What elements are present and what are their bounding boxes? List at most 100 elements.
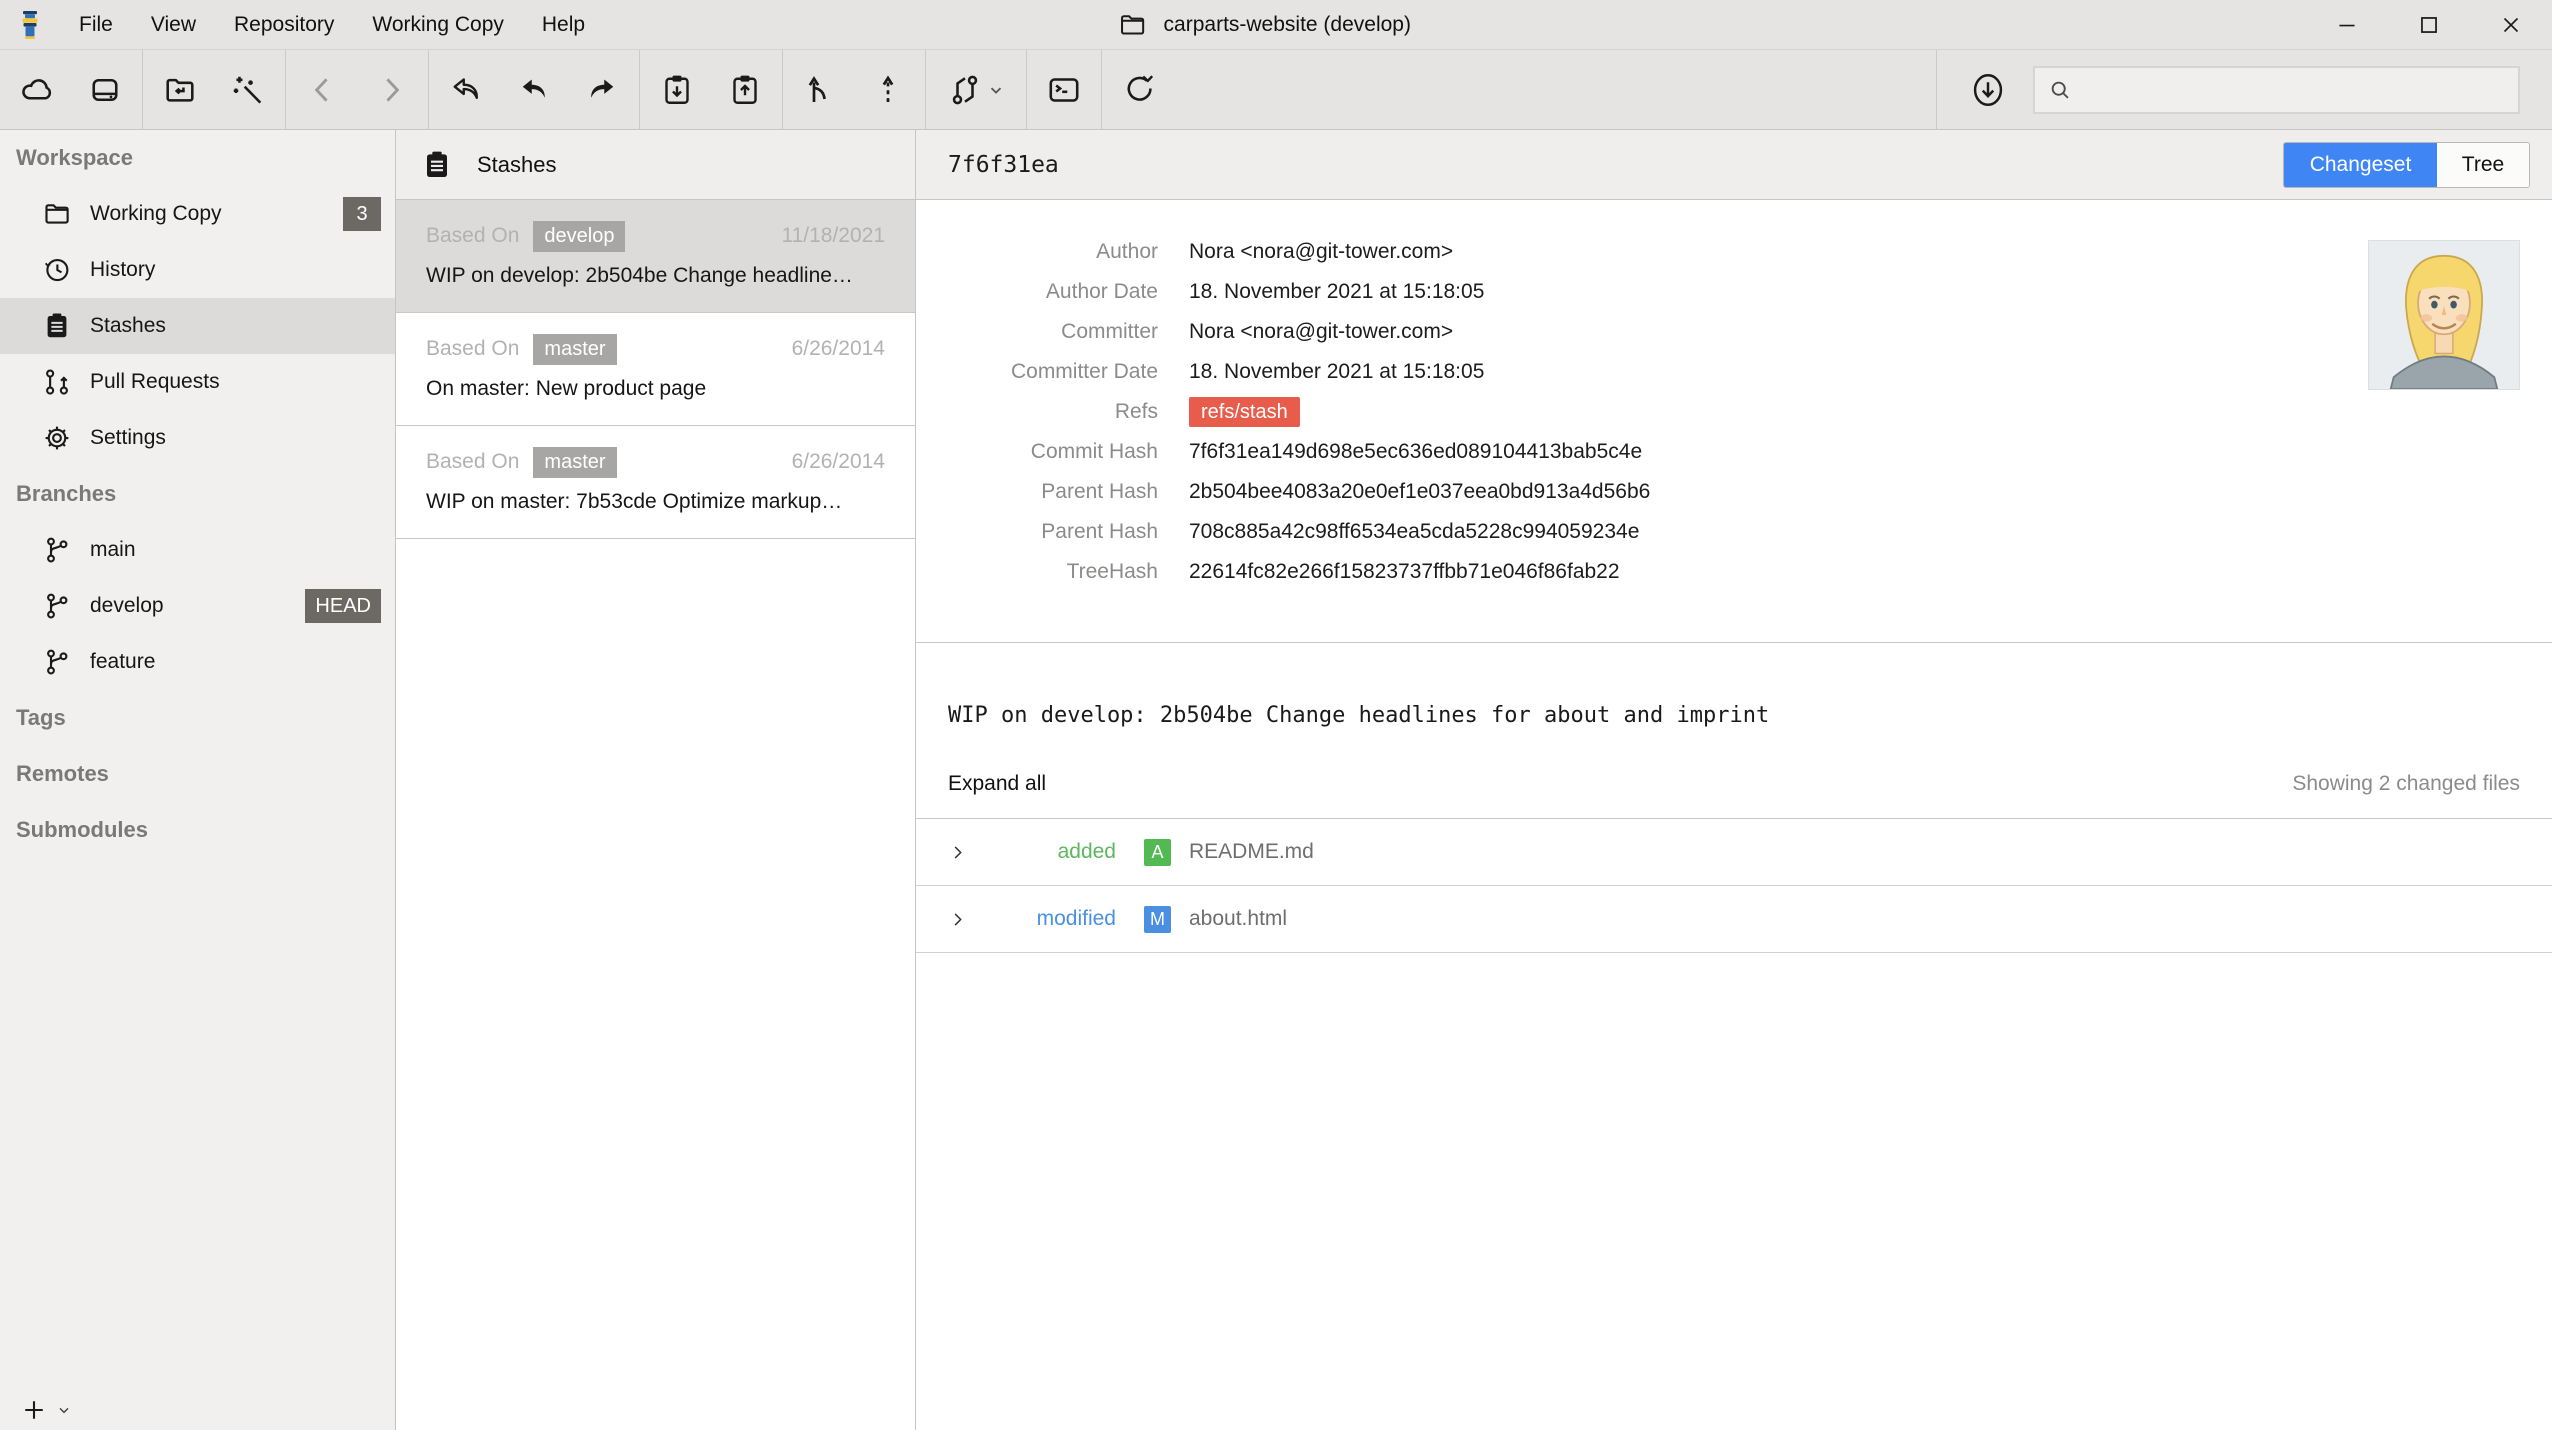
close-button[interactable] — [2470, 0, 2552, 49]
menu-repository[interactable]: Repository — [215, 0, 353, 49]
toolbar — [0, 50, 2552, 130]
menu-help[interactable]: Help — [523, 0, 604, 49]
menu-view[interactable]: View — [132, 0, 215, 49]
based-on-label: Based On — [426, 337, 519, 361]
stash-panel-title: Stashes — [477, 152, 557, 178]
field-value: 22614fc82e266f15823737ffbb71e046f86fab22 — [1189, 560, 1620, 584]
local-drive-button[interactable] — [76, 61, 134, 119]
sidebar-item-branch-feature[interactable]: feature — [0, 634, 395, 690]
expand-chevron-icon[interactable] — [948, 910, 968, 929]
branch-label: feature — [90, 650, 155, 674]
field-value: 7f6f31ea149d698e5ec636ed089104413bab5c4e — [1189, 440, 1642, 464]
stash-list-item[interactable]: Based On develop 11/18/2021 WIP on devel… — [396, 200, 915, 313]
sidebar-item-working-copy[interactable]: Working Copy 3 — [0, 186, 395, 242]
files-summary: Showing 2 changed files — [2292, 772, 2520, 796]
drive-icon — [87, 72, 123, 108]
detail-body: Author Nora <nora@git-tower.com> Author … — [916, 200, 2552, 1430]
window-title-text: carparts-website (develop) — [1164, 13, 1411, 37]
menu-working-copy[interactable]: Working Copy — [353, 0, 523, 49]
stash-clipboard-icon — [40, 311, 74, 341]
based-on-label: Based On — [426, 450, 519, 474]
changeset-tab[interactable]: Changeset — [2284, 143, 2437, 187]
commit-short-hash: 7f6f31ea — [948, 152, 1059, 178]
sidebar-item-branch-main[interactable]: main — [0, 522, 395, 578]
sidebar-item-label: Stashes — [90, 314, 166, 338]
maximize-button[interactable] — [2388, 0, 2470, 49]
sidebar-section-submodules[interactable]: Submodules — [0, 802, 395, 858]
detail-header: 7f6f31ea Changeset Tree — [916, 130, 2552, 200]
toolbar-separator — [1936, 50, 1937, 129]
field-row-committer-date: Committer Date 18. November 2021 at 15:1… — [916, 352, 2552, 392]
head-badge: HEAD — [305, 589, 381, 623]
sidebar-item-settings[interactable]: Settings — [0, 410, 395, 466]
cloud-icon — [19, 72, 55, 108]
chevron-right-icon — [374, 73, 408, 107]
expand-chevron-icon[interactable] — [948, 843, 968, 862]
minimize-button[interactable] — [2306, 0, 2388, 49]
search-box[interactable] — [2033, 66, 2520, 114]
quick-actions-button[interactable] — [219, 61, 277, 119]
stash-date: 11/18/2021 — [781, 224, 885, 248]
field-row-refs: Refs refs/stash — [916, 392, 2552, 432]
history-icon — [40, 255, 74, 285]
circle-arrow-down-icon — [1969, 70, 2007, 110]
push-button[interactable] — [573, 61, 631, 119]
folder-return-icon — [162, 72, 198, 108]
navigate-forward-button[interactable] — [362, 61, 420, 119]
fetch-button[interactable] — [1959, 61, 2017, 119]
open-working-copy-button[interactable] — [151, 61, 209, 119]
stash-panel-header: Stashes — [396, 130, 915, 200]
save-stash-button[interactable] — [716, 61, 774, 119]
branch-badge: develop — [533, 221, 625, 252]
sidebar-item-label: History — [90, 258, 155, 282]
stash-list-item[interactable]: Based On master 6/26/2014 On master: New… — [396, 313, 915, 426]
field-label: Commit Hash — [916, 440, 1158, 464]
apply-stash-button[interactable] — [648, 61, 706, 119]
field-value: 18. November 2021 at 15:18:05 — [1189, 360, 1484, 384]
rebase-button[interactable] — [859, 61, 917, 119]
merge-button[interactable] — [791, 61, 849, 119]
sidebar-section-workspace[interactable]: Workspace — [0, 130, 395, 186]
compare-branches-button[interactable] — [934, 61, 1018, 119]
clipboard-arrow-down-icon — [659, 72, 695, 108]
terminal-button[interactable] — [1035, 61, 1093, 119]
tree-tab[interactable]: Tree — [2437, 143, 2529, 187]
field-row-author: Author Nora <nora@git-tower.com> — [916, 232, 2552, 272]
sidebar-item-label: Pull Requests — [90, 370, 220, 394]
sidebar-item-pull-requests[interactable]: Pull Requests — [0, 354, 395, 410]
field-label: Refs — [916, 400, 1158, 424]
field-value: Nora <nora@git-tower.com> — [1189, 240, 1453, 264]
file-name: about.html — [1189, 907, 1287, 931]
sidebar-section-branches[interactable]: Branches — [0, 466, 395, 522]
sidebar-item-branch-develop[interactable]: develop HEAD — [0, 578, 395, 634]
changed-file-row[interactable]: modified M about.html — [916, 886, 2552, 953]
branch-label: main — [90, 538, 136, 562]
expand-all-button[interactable]: Expand all — [948, 772, 1046, 796]
sidebar-section-tags[interactable]: Tags — [0, 690, 395, 746]
window-controls — [2306, 0, 2552, 49]
stash-message: On master: New product page — [426, 377, 885, 401]
menu-file[interactable]: File — [60, 0, 132, 49]
branch-label: develop — [90, 594, 164, 618]
cloud-services-button[interactable] — [8, 61, 66, 119]
magic-wand-icon — [230, 72, 266, 108]
stash-date: 6/26/2014 — [792, 337, 885, 361]
refresh-button[interactable] — [1110, 61, 1168, 119]
field-label: TreeHash — [916, 560, 1158, 584]
navigate-back-button[interactable] — [294, 61, 352, 119]
pull-arrow-icon — [516, 72, 552, 108]
file-status: modified — [968, 907, 1116, 931]
sidebar-item-stashes[interactable]: Stashes — [0, 298, 395, 354]
window-title: carparts-website (develop) — [1118, 0, 1411, 49]
stash-list-item[interactable]: Based On master 6/26/2014 WIP on master:… — [396, 426, 915, 539]
pull-button[interactable] — [505, 61, 563, 119]
add-repository-button[interactable] — [20, 1396, 72, 1424]
sidebar-section-remotes[interactable]: Remotes — [0, 746, 395, 802]
changed-file-row[interactable]: added A README.md — [916, 819, 2552, 886]
undo-button[interactable] — [437, 61, 495, 119]
search-input[interactable] — [2083, 78, 2506, 101]
field-row-parent-hash: Parent Hash 2b504bee4083a20e0ef1e037eea0… — [916, 472, 2552, 512]
branch-icon — [40, 647, 74, 677]
field-label: Author — [916, 240, 1158, 264]
sidebar-item-history[interactable]: History — [0, 242, 395, 298]
